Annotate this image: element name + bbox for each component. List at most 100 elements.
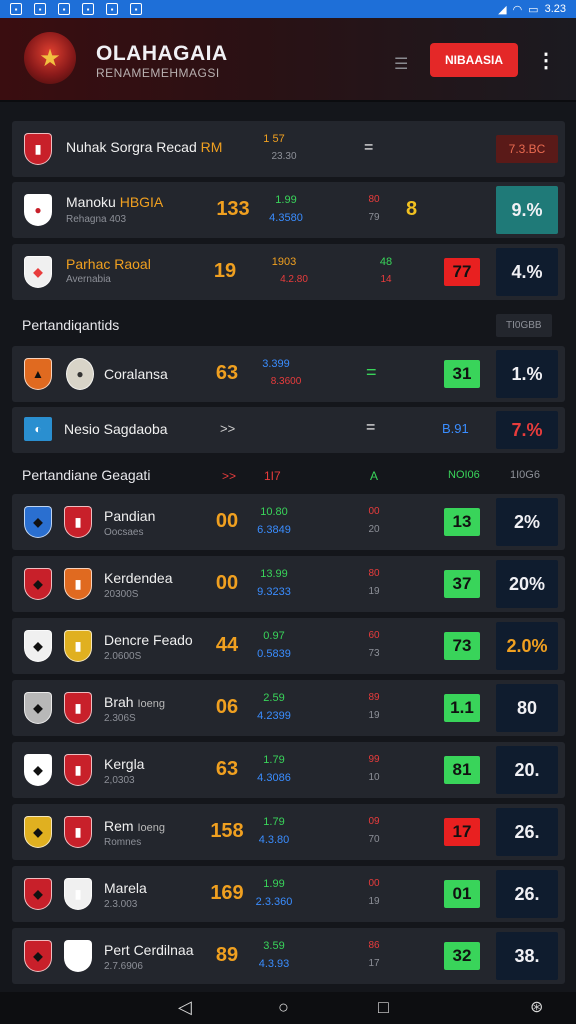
team-name: Brah Ioeng (104, 694, 165, 710)
home-crest-icon: ◆ (24, 754, 52, 786)
team-crest-icon: ● (24, 194, 52, 226)
column-header: A (370, 469, 379, 483)
table-row[interactable]: ◆ ▮ Marela 2.3.003 169 1.99 2.3.360 00 1… (12, 866, 565, 922)
team-crest-icon: ● (66, 358, 94, 390)
away-crest-icon: ▮ (64, 878, 92, 910)
percent-value: 20% (496, 560, 558, 608)
team-name: Rem Ioeng (104, 818, 165, 834)
odds-value: 3.59 (263, 940, 285, 952)
league-icon: ◐ (24, 417, 52, 441)
percent-value: 4.% (496, 248, 558, 296)
list-item[interactable]: ◐ Nesio Sagdaoba >> = B.91 7.% (12, 407, 565, 453)
score: 06 (215, 696, 239, 718)
status-badge: 7.3.BC (496, 135, 558, 163)
table-row[interactable]: ◆ ▮ Pandian Oocsaes 00 10.80 6.3849 00 2… (12, 494, 565, 550)
odds-value: 19 (368, 896, 380, 907)
odds-value: 4.3580 (269, 212, 303, 224)
table-row[interactable]: ◆ ▮ Kerdendea 20300S 00 13.99 9.3233 80 … (12, 556, 565, 612)
team-subtitle: Rehagna 403 (66, 214, 127, 225)
score: 63 (215, 362, 239, 384)
column-header: 1I7 (264, 469, 281, 483)
odds-value: 9.3233 (257, 586, 291, 598)
team-name: Pandian (104, 508, 156, 524)
app-subtitle: RENAMEMEHMAGSI (96, 66, 220, 80)
list-item[interactable]: ▮ Nuhak Sorgra Recad RM 1 57 23.30 = 7.3… (12, 121, 565, 177)
percent-value: 9.% (496, 186, 558, 234)
gamepad-icon[interactable]: ⊛ (530, 997, 543, 1017)
live-button[interactable]: NIBAASIA (430, 43, 518, 77)
section-tag[interactable]: TI0GBB (496, 314, 552, 337)
home-icon[interactable]: ○ (278, 997, 289, 1018)
recents-icon[interactable]: □ (378, 997, 389, 1018)
chevron-right-icon[interactable]: >> (220, 421, 235, 436)
percent-value: 20. (496, 746, 558, 794)
odds-value: B.91 (442, 421, 469, 436)
draw-marker: = (366, 419, 376, 436)
notification-icon: ▪ (10, 3, 22, 15)
percent-value: 2% (496, 498, 558, 546)
odds-value: 79 (368, 212, 380, 223)
odds-value: 10.80 (260, 506, 288, 518)
score: 133 (216, 198, 250, 220)
table-row[interactable]: ◆ ▮ Kergla 2,0303 63 1.79 4.3086 99 10 8… (12, 742, 565, 798)
list-item[interactable]: ▲ ● Coralansa 63 3.399 8.3600 = 31 1.% (12, 346, 565, 402)
table-row[interactable]: ◆ ▮ Rem Ioeng Romnes 158 1.79 4.3.80 09 … (12, 804, 565, 860)
odds-value: 4.2399 (257, 710, 291, 722)
home-crest-icon: ◆ (24, 816, 52, 848)
odds-value: 00 (368, 506, 380, 517)
team-subtitle: 2.306S (104, 713, 136, 724)
score: 00 (215, 572, 239, 594)
odds-value: 60 (368, 630, 380, 641)
score-badge: 73 (444, 632, 480, 660)
percent-value: 80 (496, 684, 558, 732)
home-crest-icon: ◆ (24, 692, 52, 724)
system-nav-bar: ◁ ○ □ ⊛ (0, 992, 576, 1024)
percent-value: 26. (496, 808, 558, 856)
app-logo: ★ (24, 32, 76, 84)
more-menu-icon[interactable]: ⋮ (536, 48, 556, 73)
filter-icon[interactable]: ☰ (394, 54, 408, 74)
highlight-icon: 8 (406, 198, 418, 220)
odds-value: 0.97 (263, 630, 285, 642)
odds-value: 13.99 (260, 568, 288, 580)
odds-value: 4.3.80 (258, 834, 290, 846)
status-time: 3.23 (544, 3, 566, 15)
odds-value: 19 (368, 710, 380, 721)
team-subtitle: 2.0600S (104, 651, 142, 662)
team-name: Parhac Raoal (66, 256, 151, 272)
odds-value: 17 (368, 958, 380, 969)
table-row[interactable]: ◆ ▮ Dencre Feado 2.0600S 44 0.97 0.5839 … (12, 618, 565, 674)
home-crest-icon: ◆ (24, 940, 52, 972)
away-crest-icon: ▮ (64, 568, 92, 600)
odds-value: 1 57 (263, 133, 285, 145)
team-subtitle: Avernabia (66, 274, 111, 285)
notification-icon: ▪ (106, 3, 118, 15)
odds-value: 09 (368, 816, 380, 827)
odds-value: 6.3849 (257, 524, 291, 536)
draw-marker: = (366, 362, 377, 382)
odds-value: 4.3086 (257, 772, 291, 784)
away-crest-icon: ▮ (64, 506, 92, 538)
odds-value: 4.2.80 (280, 274, 308, 285)
team-crest-icon: ▮ (24, 133, 52, 165)
odds-value: 8.3600 (270, 376, 302, 387)
home-crest-icon: ◆ (24, 568, 52, 600)
list-item[interactable]: ● Manoku HBGIA Rehagna 403 133 1.99 4.35… (12, 182, 565, 238)
home-crest-icon: ◆ (24, 506, 52, 538)
odds-value: 1.99 (263, 878, 285, 890)
list-item[interactable]: ◆ Parhac Raoal Avernabia 19 1903 4.2.80 … (12, 244, 565, 300)
table-row[interactable]: ◆ ▮ Pert Cerdilnaa 2.7.6906 89 3.59 4.3.… (12, 928, 565, 984)
battery-icon: ▭ (528, 3, 539, 16)
back-icon[interactable]: ◁ (178, 997, 192, 1018)
draw-marker: = (364, 139, 374, 156)
table-row[interactable]: ◆ ▮ Brah Ioeng 2.306S 06 2.59 4.2399 89 … (12, 680, 565, 736)
team-name: Kerdendea (104, 570, 173, 586)
away-crest-icon: ▮ (64, 754, 92, 786)
away-crest-icon: ▮ (64, 630, 92, 662)
section-title: Pertandiane Geagati (22, 467, 151, 483)
percent-value: 26. (496, 870, 558, 918)
score: 19 (213, 260, 237, 282)
odds-value: 19 (368, 586, 380, 597)
odds-value: 89 (368, 692, 380, 703)
signal-icon: ◢ (498, 3, 507, 16)
